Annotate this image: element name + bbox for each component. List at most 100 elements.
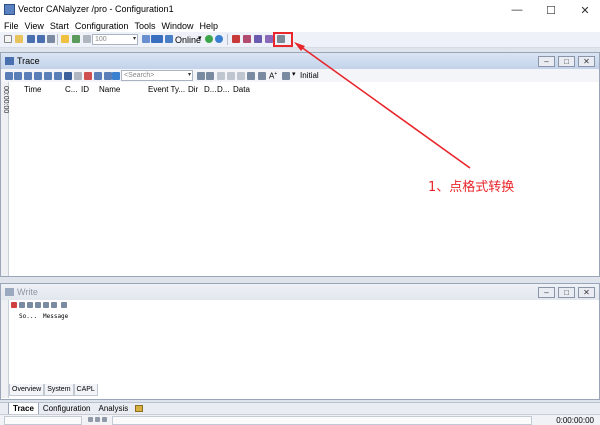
trace-title-bar[interactable]: Trace – □ ✕ [1,53,599,69]
search-backward-icon[interactable] [206,72,214,80]
signal-icon[interactable] [232,35,240,43]
trace-time-gutter: 00:00:00 [1,82,9,276]
tab-system[interactable]: System [44,384,74,396]
data-icon[interactable] [265,35,273,43]
col-source[interactable]: So... [19,313,37,320]
write-options-icon[interactable] [43,302,49,308]
status-indicator-icon [95,417,100,422]
trace-title: Trace [17,56,40,66]
highlight-box [273,32,293,47]
write-find-icon[interactable] [35,302,41,308]
trace-binoculars-icon[interactable] [54,72,62,80]
zoom-combo[interactable]: 100 ▾ [92,34,138,45]
trace-options-icon[interactable] [94,72,102,80]
col-channel[interactable]: C... [65,85,77,94]
lightbulb-icon[interactable] [61,35,69,43]
write-filter-icon[interactable] [51,302,57,308]
menu-view[interactable]: View [22,20,47,32]
status-bar: 0:00:00:00 [0,414,600,425]
link-icon[interactable] [142,35,150,43]
write-title-bar[interactable]: Write – □ ✕ [1,284,599,300]
chevron-down-icon: ▾ [132,36,136,42]
marker-next-icon[interactable] [227,72,235,80]
toolbar-separator [227,34,228,45]
trace-config-icon[interactable] [112,72,120,80]
col-id[interactable]: ID [81,85,89,94]
open-folder-icon[interactable] [15,35,23,43]
trace-tree-icon[interactable] [34,72,42,80]
trace-fixed-icon[interactable] [24,72,32,80]
marker-icon[interactable] [237,72,245,80]
maximize-button[interactable]: ☐ [536,0,566,20]
col-name[interactable]: Name [99,85,120,94]
trace-save-icon[interactable] [64,72,72,80]
trace-chronological-icon[interactable] [14,72,22,80]
font-size-icon[interactable]: A+ [269,71,277,81]
col-data[interactable]: Data [233,85,250,94]
write-save-icon[interactable] [27,302,33,308]
display-dropdown-icon[interactable]: ▾ [292,70,296,78]
menu-start[interactable]: Start [47,20,72,32]
trace-filter-icon[interactable] [104,72,112,80]
trace-mode-icon[interactable] [5,72,13,80]
status-indicator-icon [88,417,93,422]
col-dlc[interactable]: D... [204,85,216,94]
graphics-icon[interactable] [243,35,251,43]
main-toolbar: 100 ▾ Online ▾ [0,32,600,48]
write-column-header: So... Message [9,311,599,322]
tab-overview[interactable]: Overview [9,384,45,396]
write-window-icon [5,288,14,296]
write-minimize-button[interactable]: – [538,287,555,298]
record-icon[interactable] [83,35,91,43]
menu-configuration[interactable]: Configuration [72,20,132,32]
stop-measurement-icon[interactable] [215,35,223,43]
trace-close-button[interactable]: ✕ [578,56,595,67]
write-clear-icon[interactable] [11,302,17,308]
window-title: Vector CANalyzer /pro - Configuration1 [18,4,174,14]
zoom-value: 100 [95,36,107,43]
trace-toolbar: <Search> ▾ A+ ▾ Initial [1,69,599,82]
start-measurement-icon[interactable] [205,35,213,43]
col-message[interactable]: Message [43,313,68,320]
display-icon[interactable] [282,72,290,80]
tab-capl[interactable]: CAPL [73,384,98,396]
marker-prev-icon[interactable] [217,72,225,80]
col-event-type[interactable]: Event Ty... [148,85,185,94]
col-time[interactable]: Time [24,85,41,94]
write-layout-icon[interactable] [61,302,67,308]
online-dropdown-icon[interactable]: ▾ [198,34,202,42]
filter-icon[interactable] [72,35,80,43]
search-forward-icon[interactable] [197,72,205,80]
trace-maximize-button[interactable]: □ [558,56,575,67]
menu-file[interactable]: File [0,20,22,32]
menu-tools[interactable]: Tools [131,20,158,32]
menu-help[interactable]: Help [196,20,221,32]
save-icon[interactable] [27,35,35,43]
network-icon[interactable] [165,35,173,43]
trace-columns-icon[interactable] [44,72,52,80]
title-bar: Vector CANalyzer /pro - Configuration1 —… [0,0,600,20]
trace-search-combo[interactable]: <Search> ▾ [121,70,193,81]
write-close-button[interactable]: ✕ [578,287,595,298]
trace-minimize-button[interactable]: – [538,56,555,67]
save-all-icon[interactable] [37,35,45,43]
annotation-text: 1、点格式转换 [428,180,515,195]
trace-pause-icon[interactable] [84,72,92,80]
minimize-button[interactable]: — [502,0,532,20]
bus-icon[interactable] [151,35,163,43]
write-maximize-button[interactable]: □ [558,287,575,298]
col-data-length[interactable]: D... [217,85,229,94]
initial-label[interactable]: Initial [300,71,319,80]
write-title: Write [17,287,38,297]
close-button[interactable]: ✕ [570,0,600,20]
new-file-icon[interactable] [4,35,12,43]
col-dir[interactable]: Dir [188,85,198,94]
layout-icon[interactable] [258,72,266,80]
print-icon[interactable] [47,35,55,43]
statistics-icon[interactable] [254,35,262,43]
menu-window[interactable]: Window [158,20,196,32]
write-copy-icon[interactable] [19,302,25,308]
menu-bar: File View Start Configuration Tools Wind… [0,20,600,32]
trace-clear-icon[interactable] [74,72,82,80]
view-options-icon[interactable] [247,72,255,80]
